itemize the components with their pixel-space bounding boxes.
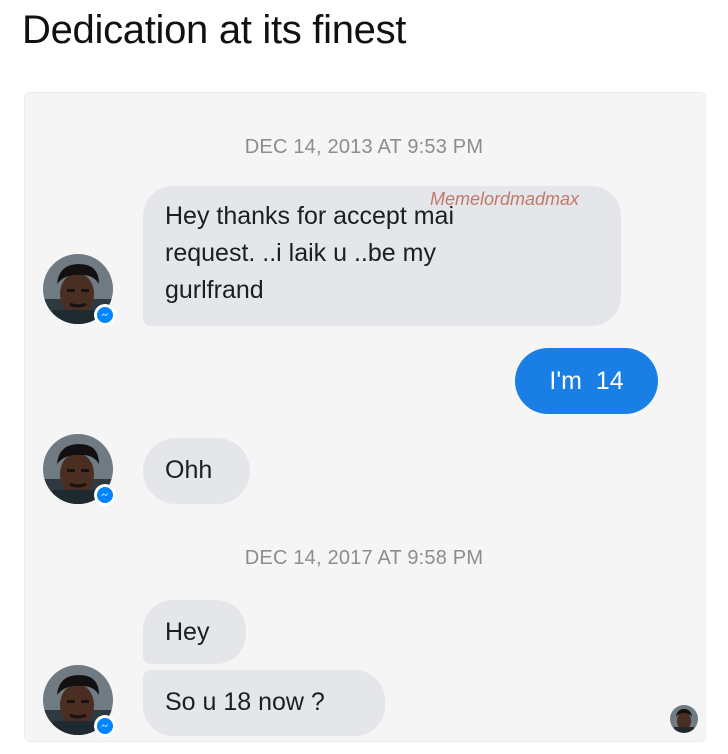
message-text: Hey [165,618,210,646]
sender-avatar[interactable] [43,254,116,326]
messenger-badge [94,484,116,506]
seen-indicator-avatar [670,705,698,733]
outgoing-message-bubble[interactable]: I'm 14 [515,348,658,414]
sender-avatar[interactable] [43,434,116,506]
messenger-icon [97,307,113,323]
messenger-badge [94,715,116,737]
timestamp-divider: DEC 14, 2013 AT 9:53 PM [244,136,484,158]
message-text: Ohh [165,456,213,484]
message-line: gurlfrand [165,276,264,304]
sender-avatar[interactable] [43,665,116,737]
messenger-badge [94,304,116,326]
meme-title: Dedication at its finest [22,8,407,52]
messenger-icon [97,487,113,503]
incoming-message-bubble[interactable]: Ohh [143,438,250,504]
message-text: So u 18 now ? [165,688,325,716]
seen-indicator-icon [670,705,698,733]
watermark-text: Memelordmadmax [430,189,580,209]
timestamp-divider: DEC 14, 2017 AT 9:58 PM [244,547,484,569]
incoming-message-bubble[interactable]: So u 18 now ? [143,670,385,736]
message-text: I'm 14 [549,367,624,395]
message-line: request. ..i laik u ..be my [165,239,436,267]
incoming-message-bubble[interactable]: Hey [143,600,246,664]
messenger-icon [97,718,113,734]
